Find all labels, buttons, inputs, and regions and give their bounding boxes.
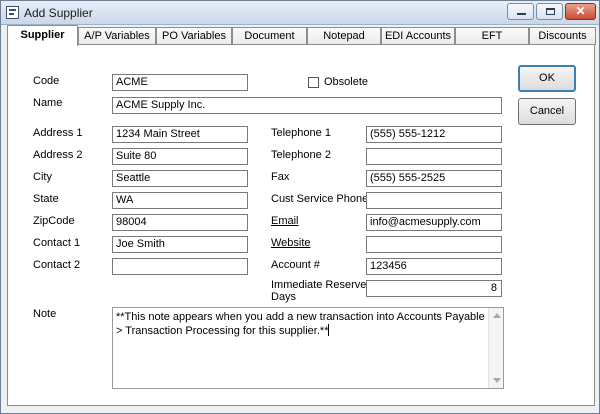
state-label: State [33,193,59,205]
tab-document[interactable]: Document [232,27,307,45]
account-input[interactable]: 123456 [366,258,502,275]
city-input[interactable]: Seattle [112,170,248,187]
close-button[interactable]: ✕ [565,3,596,20]
add-supplier-window: Add Supplier ✕ Supplier A/P Variables PO… [0,0,600,414]
minimize-icon [517,13,526,15]
code-label: Code [33,75,60,87]
website-link[interactable]: Website [271,237,311,249]
note-text: **This note appears when you add a new t… [116,311,486,338]
text-caret [328,324,330,336]
telephone2-input[interactable] [366,148,502,165]
address2-label: Address 2 [33,149,83,161]
zipcode-input[interactable]: 98004 [112,214,248,231]
note-label: Note [33,308,57,320]
scroll-down-arrow-icon[interactable] [493,378,501,383]
ok-button[interactable]: OK [518,65,576,92]
window-title: Add Supplier [24,6,93,20]
city-label: City [33,171,52,183]
note-textarea[interactable]: **This note appears when you add a new t… [112,307,504,389]
maximize-icon [546,8,555,15]
reserved-days-input[interactable]: 8 [366,280,502,297]
cancel-button[interactable]: Cancel [518,98,576,125]
tab-notepad[interactable]: Notepad [307,27,381,45]
contact2-label: Contact 2 [33,259,81,271]
app-icon [6,6,19,19]
maximize-button[interactable] [536,3,563,20]
address1-input[interactable]: 1234 Main Street [112,126,248,143]
name-input[interactable]: ACME Supply Inc. [112,97,502,114]
contact1-input[interactable]: Joe Smith [112,236,248,253]
cust-service-phone-input[interactable] [366,192,502,209]
website-input[interactable] [366,236,502,253]
address2-input[interactable]: Suite 80 [112,148,248,165]
fax-label: Fax [271,171,290,183]
name-label: Name [33,97,63,109]
contact2-input[interactable] [112,258,248,275]
zipcode-label: ZipCode [33,215,75,227]
supplier-tab-panel: Code ACME Obsolete Name ACME Supply Inc.… [7,44,595,406]
tab-edi-accounts[interactable]: EDI Accounts [381,27,455,45]
fax-input[interactable]: (555) 555-2525 [366,170,502,187]
tab-discounts[interactable]: Discounts [529,27,596,45]
email-link[interactable]: Email [271,215,299,227]
note-scrollbar[interactable] [488,308,503,388]
contact1-label: Contact 1 [33,237,81,249]
address1-label: Address 1 [33,127,83,139]
obsolete-label: Obsolete [324,76,369,88]
obsolete-checkbox[interactable] [308,77,319,88]
account-label: Account # [271,259,320,271]
close-icon: ✕ [575,4,586,18]
reserved-days-label-line2: Days [271,291,297,303]
state-input[interactable]: WA [112,192,248,209]
cust-service-phone-label: Cust Service Phone [271,193,369,205]
reserved-days-label-line1: Immediate Reserved [271,279,373,291]
tab-strip: Supplier A/P Variables PO Variables Docu… [7,25,597,46]
tab-po-variables[interactable]: PO Variables [156,27,232,45]
code-input[interactable]: ACME [112,74,248,91]
minimize-button[interactable] [507,3,534,20]
tab-eft[interactable]: EFT [455,27,529,45]
email-input[interactable]: info@acmesupply.com [366,214,502,231]
telephone1-input[interactable]: (555) 555-1212 [366,126,502,143]
note-value: **This note appears when you add a new t… [116,311,488,337]
scroll-up-arrow-icon[interactable] [493,313,501,318]
title-bar[interactable]: Add Supplier ✕ [1,1,599,25]
telephone2-label: Telephone 2 [271,149,331,161]
tab-ap-variables[interactable]: A/P Variables [78,27,156,45]
telephone1-label: Telephone 1 [271,127,331,139]
tab-supplier[interactable]: Supplier [7,25,78,46]
